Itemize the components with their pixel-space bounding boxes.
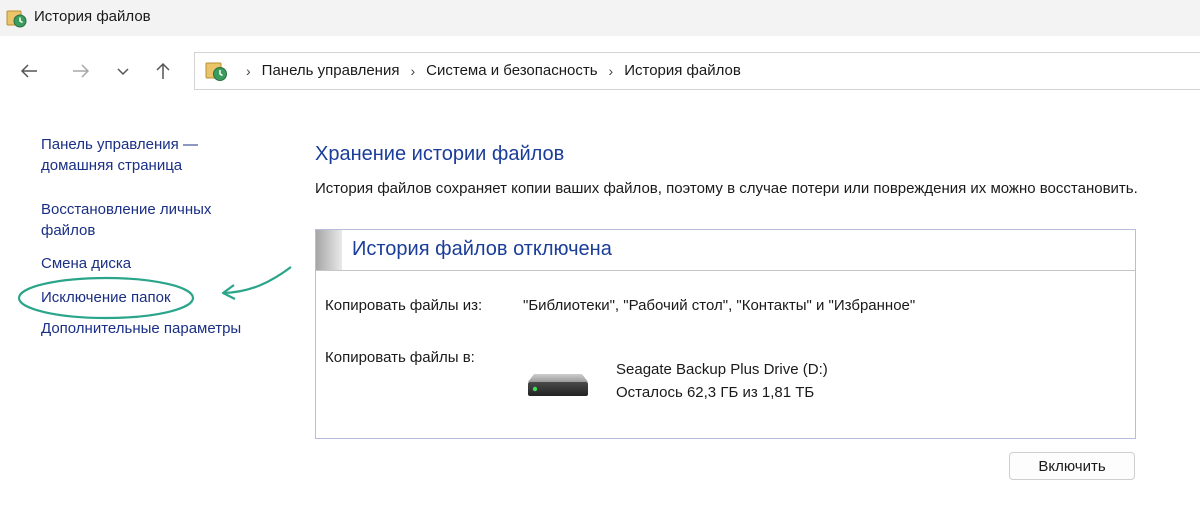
window-title: История файлов (34, 8, 151, 25)
status-panel: История файлов отключена Копировать файл… (315, 229, 1136, 439)
sidebar-item-control-panel-home[interactable]: Панель управления — домашняя страница (41, 134, 241, 176)
copy-to-label: Копировать файлы в: (325, 349, 475, 366)
breadcrumb-file-history[interactable]: История файлов (624, 62, 741, 79)
chevron-right-icon: › (608, 62, 614, 79)
chevron-down-icon (117, 68, 129, 76)
hard-drive-icon (528, 374, 588, 396)
title-bar: История файлов (0, 0, 1200, 36)
sidebar-item-restore-personal-files[interactable]: Восстановление личных файлов (41, 199, 251, 241)
enable-button[interactable]: Включить (1009, 452, 1135, 480)
navigation-bar: › Панель управления › Система и безопасн… (0, 36, 1200, 106)
copy-from-value: "Библиотеки", "Рабочий стол", "Контакты"… (523, 297, 916, 314)
back-arrow-icon (20, 64, 37, 78)
sidebar-item-change-drive[interactable]: Смена диска (41, 253, 131, 274)
chevron-right-icon: › (410, 62, 416, 79)
up-arrow-icon (156, 62, 170, 79)
address-bar[interactable]: › Панель управления › Система и безопасн… (194, 52, 1200, 90)
breadcrumb-system-security[interactable]: Система и безопасность (426, 62, 597, 79)
copy-from-label: Копировать файлы из: (325, 297, 483, 314)
forward-button[interactable] (66, 58, 96, 84)
up-button[interactable] (148, 58, 178, 84)
sidebar-item-advanced-settings[interactable]: Дополнительные параметры (41, 318, 241, 339)
back-button[interactable] (14, 58, 44, 84)
recent-locations-button[interactable] (108, 58, 138, 84)
breadcrumb-control-panel[interactable]: Панель управления (262, 62, 400, 79)
page-description: История файлов сохраняет копии ваших фай… (315, 180, 1138, 197)
status-panel-header: История файлов отключена (316, 230, 1135, 271)
page-heading: Хранение истории файлов (315, 143, 565, 165)
forward-arrow-icon (73, 64, 90, 78)
breadcrumb: › Панель управления › Система и безопасн… (235, 62, 741, 79)
chevron-right-icon: › (246, 62, 251, 79)
file-history-icon (205, 62, 227, 81)
drive-free-space: Осталось 62,3 ГБ из 1,81 ТБ (616, 384, 815, 401)
status-indicator-bar (316, 230, 342, 270)
file-history-icon (6, 10, 27, 28)
drive-name: Seagate Backup Plus Drive (D:) (616, 361, 828, 378)
sidebar-item-exclude-folders[interactable]: Исключение папок (41, 287, 171, 308)
status-title: История файлов отключена (352, 238, 612, 260)
